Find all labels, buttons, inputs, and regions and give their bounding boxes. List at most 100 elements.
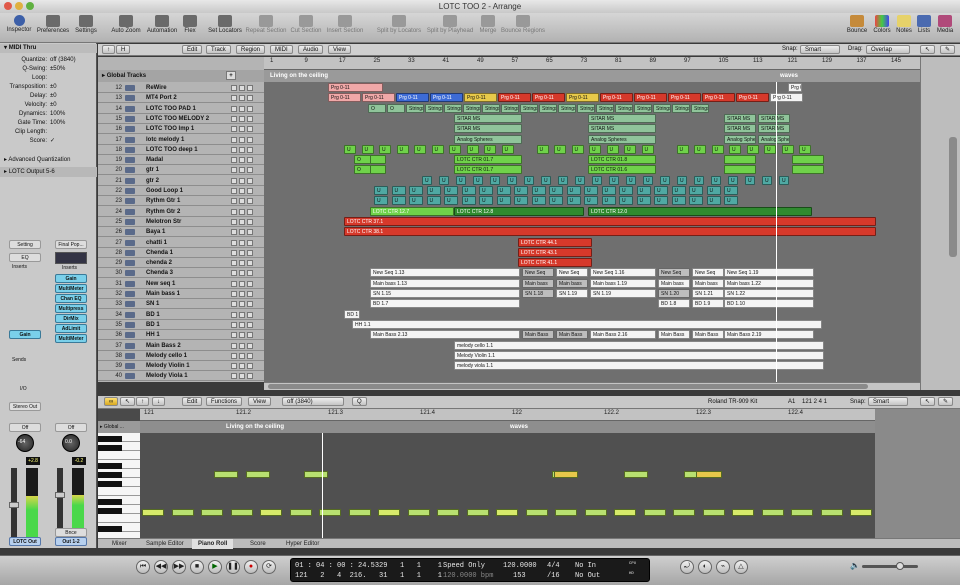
mute-button[interactable] (231, 85, 237, 91)
region[interactable]: U (396, 144, 409, 154)
track-name[interactable]: BD 1 (146, 320, 160, 330)
region[interactable]: U (566, 196, 581, 206)
region[interactable]: U (501, 144, 514, 154)
preferences-button[interactable]: Preferences (36, 15, 70, 34)
solo-button[interactable] (239, 291, 245, 297)
region[interactable]: New Seq (692, 268, 724, 278)
track-header[interactable]: 18 LOTC TOO deep 1 (98, 145, 264, 155)
param-value[interactable]: ±0 (50, 101, 57, 110)
automation-button[interactable]: Automation (145, 15, 179, 34)
automation-mode-button[interactable]: Off (55, 423, 87, 432)
track-name[interactable]: chatti 1 (146, 238, 167, 248)
region[interactable]: U (589, 144, 601, 154)
tab-score[interactable]: Score (244, 539, 272, 549)
region[interactable]: U (558, 175, 568, 185)
param-value[interactable]: ±0 (50, 83, 57, 92)
track-header[interactable]: 29 chenda 2 (98, 258, 264, 269)
region[interactable]: U (660, 175, 670, 185)
snap-select[interactable]: Smart (800, 45, 840, 54)
region[interactable]: New Seq (522, 268, 554, 278)
region[interactable]: U (444, 186, 458, 195)
region[interactable]: SITAR MS (454, 113, 522, 123)
solo-button[interactable] (239, 342, 245, 349)
editor-side-scroll[interactable] (875, 409, 960, 538)
pointer-tool-icon[interactable]: ↖ (920, 45, 936, 54)
midi-note[interactable] (820, 509, 843, 516)
cut-section-button[interactable]: Cut Section (289, 15, 323, 34)
region[interactable]: U (554, 144, 566, 154)
midi-in-button[interactable]: ↓ (152, 397, 165, 406)
region[interactable]: LOTC CTR 01.8 (588, 155, 656, 165)
region-param-row[interactable]: Quantize: off (3840) (0, 56, 97, 65)
track-name[interactable]: Baya 1 (146, 227, 165, 237)
record-button[interactable] (247, 301, 253, 308)
region[interactable]: Strings (615, 103, 633, 113)
region[interactable]: U (619, 196, 633, 206)
white-key[interactable] (98, 487, 140, 496)
region[interactable]: Strings (691, 103, 709, 113)
metronome-icon[interactable]: △ (734, 560, 748, 574)
region[interactable]: melody viola 1.1 (454, 361, 824, 371)
zoom-window-button[interactable] (26, 2, 34, 10)
solo-button[interactable] (239, 136, 245, 143)
track-header[interactable]: 14 LOTC TOO PAD 1 (98, 104, 264, 114)
mute-button[interactable] (231, 301, 237, 308)
region[interactable]: Strings (558, 103, 576, 113)
region[interactable]: U (694, 175, 704, 185)
midi-note[interactable] (584, 509, 607, 516)
track-name[interactable]: HH 1 (146, 330, 160, 340)
region[interactable]: Prg 0-11 (600, 93, 633, 103)
midi-note[interactable] (246, 471, 270, 478)
region[interactable] (370, 155, 386, 165)
black-key[interactable] (98, 463, 122, 469)
setting-button[interactable]: Final Pop... (55, 240, 87, 249)
close-window-button[interactable] (4, 2, 12, 10)
region-menu[interactable]: Region (236, 45, 266, 54)
region[interactable]: U (636, 196, 651, 206)
plugin-slot[interactable]: Gain (55, 274, 87, 283)
region[interactable]: U (479, 186, 493, 195)
track-menu[interactable]: Track (206, 45, 231, 54)
solo-button[interactable] (239, 198, 245, 205)
track-header[interactable]: 20 gtr 1 (98, 165, 264, 176)
record-button[interactable] (247, 352, 253, 359)
region[interactable]: U (426, 186, 441, 195)
replace-icon[interactable]: ⤾ (680, 560, 694, 574)
region[interactable]: U (536, 144, 549, 154)
track-header[interactable]: 36 HH 1 (98, 330, 264, 341)
marker-waves[interactable]: waves (780, 73, 798, 79)
track-header[interactable]: 13 MT4 Port 2 (98, 93, 264, 104)
black-key[interactable] (98, 499, 122, 505)
go-to-start-icon[interactable]: ⏮ (136, 560, 150, 574)
region[interactable]: U (584, 186, 598, 195)
editor-snap-select[interactable]: Smart (868, 397, 908, 406)
rewind-icon[interactable]: ◀◀ (154, 560, 168, 574)
set-locators-button[interactable]: Set Locators (207, 15, 243, 34)
region[interactable]: U (461, 196, 476, 206)
midi-note[interactable] (171, 509, 194, 516)
add-track-button[interactable]: + (226, 71, 236, 80)
region[interactable]: SITAR MS (588, 113, 656, 123)
piano-roll-playhead[interactable] (322, 433, 323, 538)
region[interactable]: U (626, 175, 636, 185)
setting-button[interactable]: Setting (9, 240, 41, 249)
region[interactable]: BD 1 (344, 309, 360, 319)
region[interactable]: Strings (501, 103, 519, 113)
link-button[interactable]: ∞ (104, 397, 119, 406)
black-key[interactable] (98, 508, 122, 514)
record-button[interactable] (247, 332, 253, 339)
param-value[interactable]: ±0 (50, 92, 57, 101)
region[interactable] (792, 165, 824, 175)
mute-button[interactable] (231, 146, 237, 153)
mute-button[interactable] (231, 363, 237, 370)
track-header[interactable]: 17 lotc melody 1 (98, 135, 264, 145)
track-name[interactable]: BD 1 (146, 310, 160, 320)
region[interactable]: O (368, 103, 386, 113)
region[interactable]: U (584, 196, 598, 206)
region[interactable]: Prg 0-11 (498, 93, 531, 103)
track-name[interactable]: Melody Viola 1 (146, 371, 188, 381)
vertical-scrollbar[interactable] (920, 57, 960, 390)
piano-roll-grid[interactable] (140, 433, 875, 538)
time-signature[interactable]: 4/4 (547, 562, 560, 570)
region[interactable]: U (619, 186, 633, 195)
